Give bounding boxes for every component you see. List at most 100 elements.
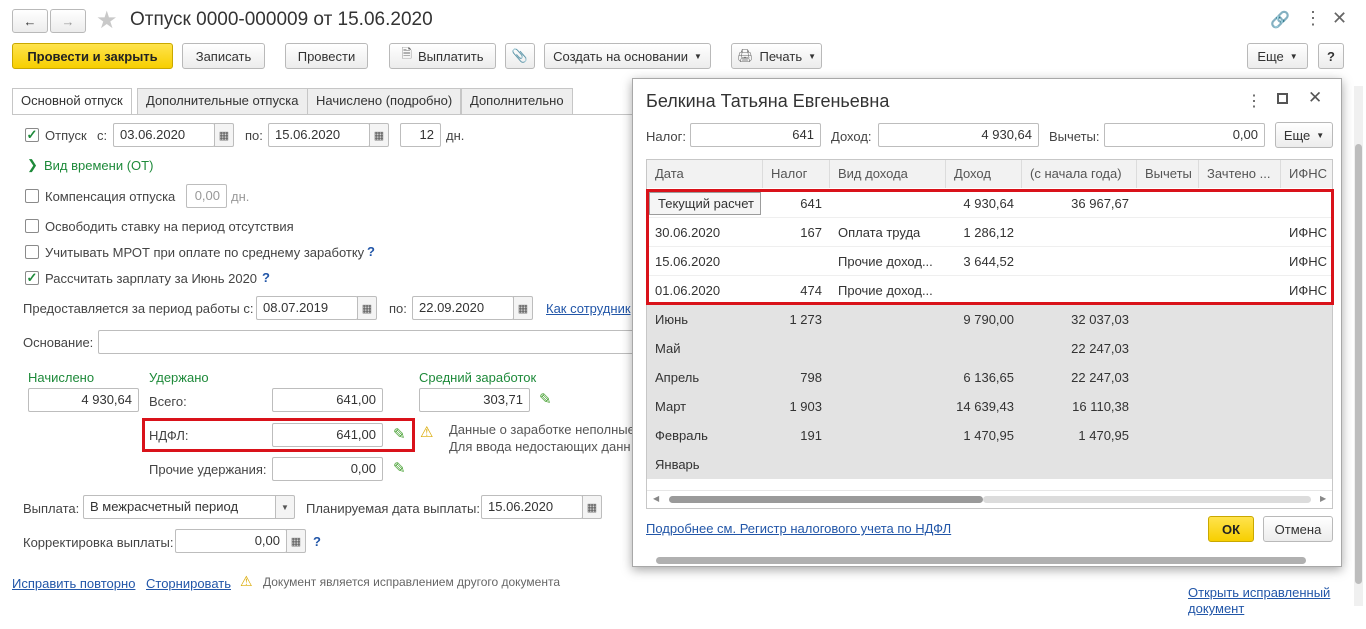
calendar-button[interactable]: ▦ [513, 296, 533, 320]
table-row[interactable]: Текущий расчет 641 4 930,64 36 967,67 [647, 189, 1332, 218]
column-header[interactable]: Доход [946, 160, 1022, 188]
print-button[interactable]: 🖨 Печать ▼ [731, 43, 822, 69]
kebab-menu-icon[interactable]: ⋮ [1246, 91, 1262, 111]
table-hscrollbar[interactable]: ◀ ▶ [647, 490, 1332, 508]
table-row[interactable]: Май 22 247,03 [647, 334, 1332, 363]
maximize-icon[interactable] [1277, 93, 1288, 104]
date-from-field[interactable]: 03.06.2020 [113, 123, 215, 147]
tab-accrued-detailed[interactable]: Начислено (подробно) [307, 88, 462, 114]
calculator-button[interactable]: ▦ [286, 529, 306, 553]
pencil-icon[interactable]: ✎ [393, 425, 406, 443]
chevron-right-icon[interactable]: ❯ [27, 157, 38, 173]
cancel-button[interactable]: Отмена [1263, 516, 1333, 542]
link-icon[interactable]: 🔗 [1270, 10, 1290, 30]
column-header[interactable]: Зачтено ... [1199, 160, 1281, 188]
to-label: по: [245, 128, 263, 143]
vacation-checkbox[interactable]: ✓ [25, 128, 39, 142]
calendar-button[interactable]: ▦ [582, 495, 602, 519]
correction-field[interactable]: 0,00 [175, 529, 287, 553]
kebab-menu-icon[interactable]: ⋮ [1304, 8, 1322, 29]
column-header[interactable]: ИФНС [1281, 160, 1332, 188]
column-header[interactable]: Вычеты [1137, 160, 1199, 188]
total-field[interactable]: 641,00 [272, 388, 383, 412]
star-icon[interactable]: ★ [96, 6, 118, 35]
pencil-icon[interactable]: ✎ [393, 459, 406, 477]
details-link[interactable]: Подробнее см. Регистр налогового учета п… [646, 521, 951, 536]
income-field[interactable]: 4 930,64 [878, 123, 1039, 147]
tax-field[interactable]: 641 [690, 123, 821, 147]
days-field[interactable]: 12 [400, 123, 441, 147]
fix-again-link[interactable]: Исправить повторно [12, 576, 135, 591]
forward-button[interactable]: → [50, 9, 86, 33]
dialog-more-button[interactable]: Еще ▼ [1275, 122, 1333, 148]
main-scrollbar[interactable] [1354, 86, 1363, 606]
column-header[interactable]: Дата [647, 160, 763, 188]
table-cell: Июнь [655, 312, 689, 327]
table-row[interactable]: Январь [647, 450, 1332, 479]
time-type-link[interactable]: Вид времени (ОТ) [44, 158, 153, 173]
open-fixed-link-line1[interactable]: Открыть исправленный [1188, 585, 1330, 600]
column-header[interactable]: (с начала года) [1022, 160, 1137, 188]
basis-field[interactable] [98, 330, 638, 354]
attach-button[interactable]: 📎 [505, 43, 535, 69]
help-icon[interactable]: ? [313, 534, 321, 549]
period-from-field[interactable]: 08.07.2019 [256, 296, 358, 320]
table-row[interactable]: 30.06.2020 167 Оплата труда 1 286,12 ИФНС [647, 218, 1332, 247]
tab-additional[interactable]: Дополнительно [461, 88, 573, 114]
table-cell [1281, 305, 1332, 334]
help-button[interactable]: ? [1318, 43, 1344, 69]
table-row[interactable]: 01.06.2020 474 Прочие доход... ИФНС [647, 276, 1332, 305]
release-rate-checkbox[interactable] [25, 219, 39, 233]
table-row[interactable]: Март 1 903 14 639,43 16 110,38 [647, 392, 1332, 421]
create-based-button[interactable]: Создать на основании ▼ [544, 43, 711, 69]
post-and-close-button[interactable]: Провести и закрыть [12, 43, 173, 69]
ok-button[interactable]: ОК [1208, 516, 1254, 542]
reverse-link[interactable]: Сторнировать [146, 576, 231, 591]
save-button[interactable]: Записать [182, 43, 265, 69]
tab-additional-vacations[interactable]: Дополнительные отпуска [137, 88, 308, 114]
table-row[interactable]: Апрель 798 6 136,65 22 247,03 [647, 363, 1332, 392]
date-to-field[interactable]: 15.06.2020 [268, 123, 370, 147]
close-icon[interactable]: ✕ [1308, 88, 1322, 108]
pencil-icon[interactable]: ✎ [539, 390, 552, 408]
more-button[interactable]: Еще ▼ [1247, 43, 1308, 69]
back-button[interactable]: ← [12, 9, 48, 33]
scroll-left-icon[interactable]: ◀ [653, 494, 659, 503]
dialog-hscrollbar-thumb[interactable] [656, 557, 1306, 564]
scroll-right-icon[interactable]: ▶ [1320, 494, 1326, 503]
column-header[interactable]: Вид дохода [830, 160, 946, 188]
calc-salary-checkbox[interactable]: ✓ [25, 271, 39, 285]
dialog-title: Белкина Татьяна Евгеньевна [646, 91, 890, 111]
pay-button[interactable]: 🗎 Выплатить [389, 43, 496, 69]
period-to-field[interactable]: 22.09.2020 [412, 296, 514, 320]
open-fixed-link-line2[interactable]: документ [1188, 601, 1244, 616]
calendar-button[interactable]: ▦ [369, 123, 389, 147]
calendar-button[interactable]: ▦ [357, 296, 377, 320]
deductions-field[interactable]: 0,00 [1104, 123, 1265, 147]
payment-dropdown-button[interactable]: ▼ [275, 495, 295, 519]
compensation-field[interactable]: 0,00 [186, 184, 227, 208]
column-header[interactable]: Налог [763, 160, 830, 188]
planned-date-field[interactable]: 15.06.2020 [481, 495, 583, 519]
table-row[interactable]: Июнь 1 273 9 790,00 32 037,03 [647, 305, 1332, 334]
table-row[interactable]: 15.06.2020 Прочие доход... 3 644,52 ИФНС [647, 247, 1332, 276]
compensation-checkbox[interactable] [25, 189, 39, 203]
accrued-field[interactable]: 4 930,64 [28, 388, 139, 412]
calendar-button[interactable]: ▦ [214, 123, 234, 147]
help-icon[interactable]: ? [262, 270, 270, 285]
table-row[interactable]: Февраль 191 1 470,95 1 470,95 [647, 421, 1332, 450]
other-withholdings-field[interactable]: 0,00 [272, 457, 383, 481]
post-button[interactable]: Провести [285, 43, 368, 69]
main-scrollbar-thumb[interactable] [1355, 144, 1362, 584]
tab-main-vacation[interactable]: Основной отпуск [12, 88, 132, 115]
table-cell: 9 790,00 [963, 312, 1014, 327]
payment-select[interactable]: В межрасчетный период [83, 495, 277, 519]
dialog-hscrollbar[interactable] [646, 555, 1333, 565]
ndfl-field[interactable]: 641,00 [272, 423, 383, 447]
how-employee-link[interactable]: Как сотрудник [546, 301, 631, 316]
consider-mrot-checkbox[interactable] [25, 245, 39, 259]
close-icon[interactable]: ✕ [1332, 8, 1347, 29]
help-icon[interactable]: ? [367, 244, 375, 259]
table-hscrollbar-thumb[interactable] [669, 496, 983, 503]
avg-earnings-field[interactable]: 303,71 [419, 388, 530, 412]
